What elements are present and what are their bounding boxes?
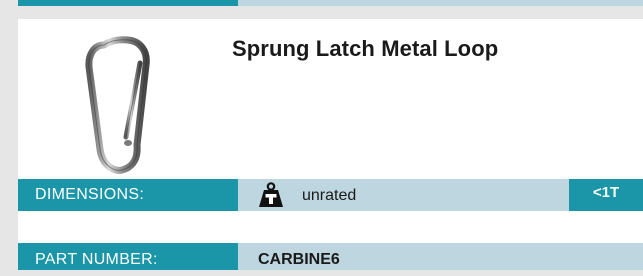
spec-row-dimensions: DIMENSIONS: unrated <1T [18,179,643,211]
part-number-value: CARBINE6 [258,251,340,268]
spec-row-part-number: PART NUMBER: CARBINE6 [18,243,643,270]
spec-value-part-number: CARBINE6 [238,243,643,270]
product-card: Sprung Latch Metal Loop DIMENSIONS: unra… [18,19,643,270]
carabiner-icon [85,36,150,174]
spec-value-dimensions: unrated <1T [238,179,643,211]
spec-label-dimensions: DIMENSIONS: [18,179,238,211]
rating-badge: <1T [569,179,643,211]
weight-icon [259,182,283,207]
previous-card-label-bar [18,0,238,6]
spec-label-part-number: PART NUMBER: [18,243,238,270]
previous-card-value-bar [238,0,643,6]
rating-value: unrated [302,187,357,204]
previous-card-strip [18,0,643,6]
product-title: Sprung Latch Metal Loop [232,36,499,61]
